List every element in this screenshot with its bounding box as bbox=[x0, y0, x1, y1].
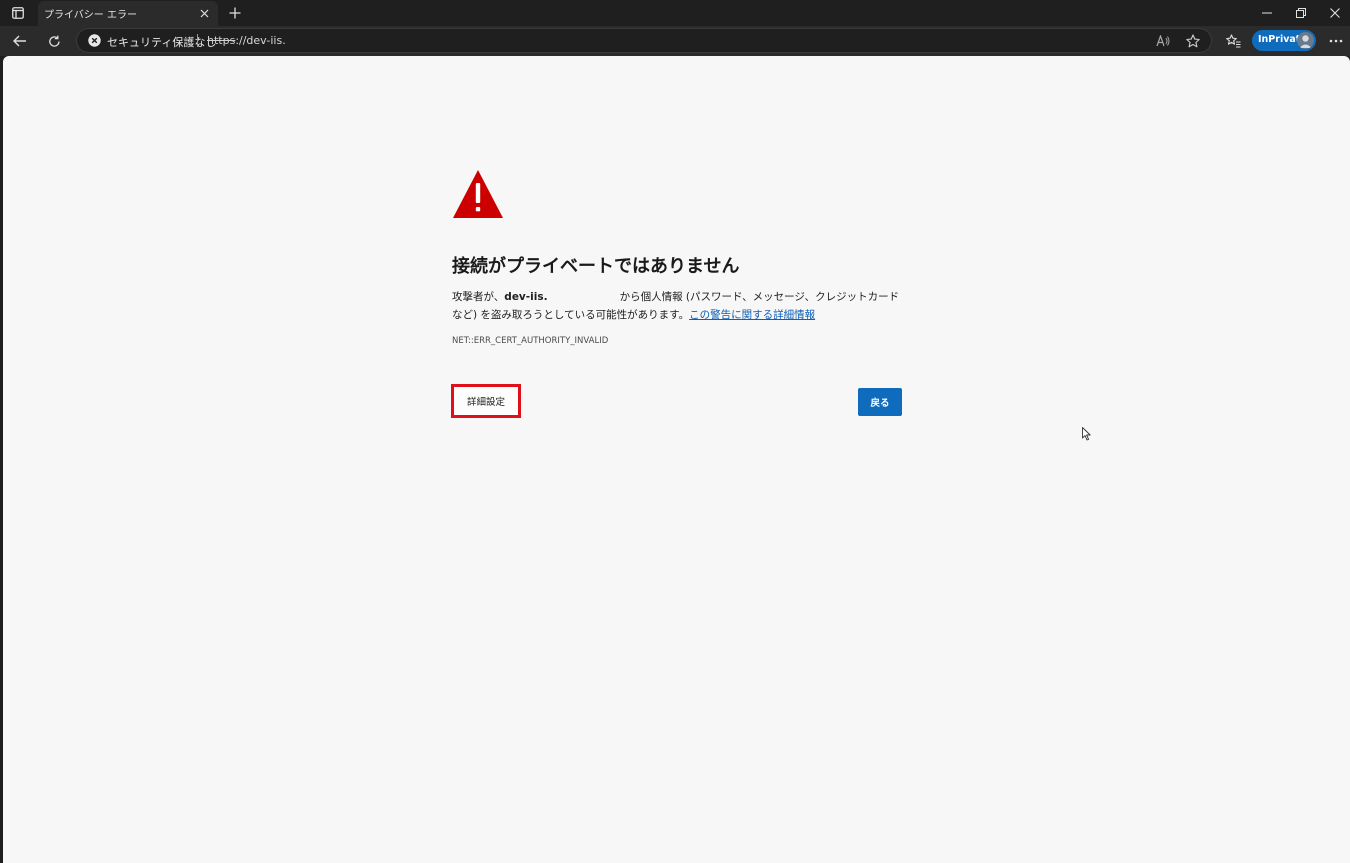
desc-host: dev-iis. bbox=[504, 291, 548, 303]
advanced-button-label: 詳細設定 bbox=[466, 397, 505, 408]
tab-actions-icon[interactable] bbox=[8, 4, 28, 22]
restore-icon[interactable] bbox=[1286, 2, 1316, 24]
address-bar[interactable]: セキュリティ保護なし https://dev-iis. bbox=[76, 28, 1212, 53]
tab-close-icon[interactable] bbox=[196, 5, 212, 21]
profile-avatar-icon[interactable] bbox=[1297, 32, 1314, 49]
learn-more-link[interactable]: この警告に関する詳細情報 bbox=[689, 309, 815, 321]
new-tab-icon[interactable] bbox=[226, 4, 244, 22]
url-scheme: https bbox=[207, 34, 236, 47]
advanced-button[interactable]: 詳細設定 bbox=[451, 384, 521, 418]
desc-after-host: から個人情報 (パスワード、メッセージ、クレジットカード bbox=[619, 291, 900, 303]
go-back-button[interactable]: 戻る bbox=[858, 388, 902, 416]
not-secure-icon[interactable] bbox=[88, 34, 101, 47]
mouse-cursor-icon bbox=[1082, 427, 1091, 441]
address-separator bbox=[197, 34, 198, 47]
desc-prefix: 攻撃者が、 bbox=[452, 291, 505, 303]
page-title: 接続がプライベートではありません bbox=[452, 256, 740, 277]
error-code: NET::ERR_CERT_AUTHORITY_INVALID bbox=[452, 336, 609, 346]
title-bar: プライバシー エラー bbox=[0, 0, 1350, 26]
security-label[interactable]: セキュリティ保護なし bbox=[107, 34, 216, 50]
desc-line-2-text: など) を盗み取ろうとしている可能性があります。 bbox=[452, 309, 690, 321]
toolbar: セキュリティ保護なし https://dev-iis. InPrivate bbox=[0, 26, 1350, 56]
back-arrow-icon[interactable] bbox=[8, 30, 32, 52]
tab-title: プライバシー エラー bbox=[44, 10, 137, 21]
refresh-icon[interactable] bbox=[42, 30, 66, 52]
page-content: 接続がプライベートではありません 攻撃者が、dev-iis. から個人情報 (パス… bbox=[3, 56, 1350, 863]
go-back-button-label: 戻る bbox=[870, 398, 890, 409]
more-menu-icon[interactable] bbox=[1324, 30, 1348, 52]
favorites-icon[interactable] bbox=[1221, 30, 1245, 52]
inprivate-badge[interactable]: InPrivate bbox=[1252, 30, 1316, 51]
description-line-2: など) を盗み取ろうとしている可能性があります。この警告に関する詳細情報 bbox=[452, 306, 922, 324]
error-description: 攻撃者が、dev-iis. から個人情報 (パスワード、メッセージ、クレジットカー… bbox=[452, 288, 922, 324]
minimize-icon[interactable] bbox=[1252, 2, 1282, 24]
favorite-star-icon[interactable] bbox=[1184, 32, 1202, 50]
read-aloud-icon[interactable] bbox=[1154, 32, 1172, 50]
warning-triangle-icon bbox=[453, 170, 503, 218]
close-window-icon[interactable] bbox=[1320, 2, 1350, 24]
url-host: ://dev-iis. bbox=[235, 34, 286, 47]
description-line-1: 攻撃者が、dev-iis. から個人情報 (パスワード、メッセージ、クレジットカー… bbox=[452, 288, 922, 306]
url-text[interactable]: https://dev-iis. bbox=[207, 34, 286, 47]
tab-privacy-error[interactable]: プライバシー エラー bbox=[38, 1, 218, 26]
